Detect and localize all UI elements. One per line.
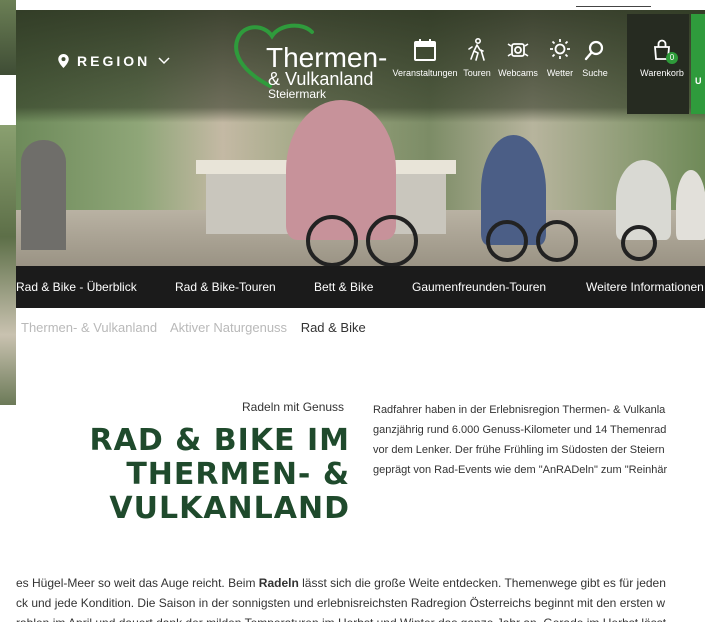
nav-label: Touren xyxy=(463,68,491,78)
bike-wheel xyxy=(366,215,418,267)
cart-label: Warenkorb xyxy=(640,68,684,78)
site-logo[interactable]: Thermen- & Vulkanland Steiermark xyxy=(230,22,400,102)
chevron-down-icon xyxy=(158,57,170,65)
page: REGION Thermen- & Vulkanland Steiermark … xyxy=(16,0,705,622)
topbar xyxy=(16,0,705,10)
body-paragraph: es Hügel-Meer so weit das Auge reicht. B… xyxy=(16,573,705,622)
bike-wheel xyxy=(536,220,578,262)
body-text-fragment: es Hügel-Meer so weit das Auge reicht. B… xyxy=(16,576,259,590)
breadcrumb-item[interactable]: Aktiver Naturgenuss xyxy=(170,320,287,335)
header-nav: Veranstaltungen Touren Webcams Wetter Su… xyxy=(392,38,616,78)
nav-veranstaltungen[interactable]: Veranstaltungen xyxy=(392,38,458,78)
subnav-item-touren[interactable]: Rad & Bike-Touren xyxy=(175,280,276,294)
page-title-line: VULKANLAND xyxy=(109,491,350,526)
breadcrumb: Thermen- & Vulkanland Aktiver Naturgenus… xyxy=(21,320,376,335)
hiker-icon xyxy=(468,38,485,61)
breadcrumb-item[interactable]: Thermen- & Vulkanland xyxy=(21,320,157,335)
cart-button[interactable]: 0 Warenkorb xyxy=(634,38,690,78)
nav-wetter[interactable]: Wetter xyxy=(546,38,574,78)
green-cta-label: U xyxy=(695,76,702,86)
bike-wheel xyxy=(621,225,657,261)
hero-cyclist xyxy=(676,170,705,240)
body-line: es Hügel-Meer so weit das Auge reicht. B… xyxy=(16,573,705,593)
location-pin-icon xyxy=(58,54,69,68)
intro-line: geprägt von Rad-Events wie dem "AnRADeln… xyxy=(373,464,668,476)
nav-label: Webcams xyxy=(498,68,538,78)
page-title-line: RAD & BIKE IM xyxy=(89,423,350,458)
hero-tower xyxy=(21,140,66,250)
body-line: rablen im April und dauert dank der mild… xyxy=(16,613,705,622)
calendar-icon xyxy=(414,39,436,61)
background-photo-side xyxy=(0,125,16,405)
left-background-strip xyxy=(0,0,16,622)
subnav-item-gaumenfreunden[interactable]: Gaumenfreunden-Touren xyxy=(412,280,546,294)
page-title: RAD & BIKE IM THERMEN- & VULKANLAND xyxy=(76,424,350,526)
nav-label: Suche xyxy=(582,68,608,78)
body-text-fragment: lässt sich die große Weite entdecken. Th… xyxy=(298,576,666,590)
nav-label: Veranstaltungen xyxy=(392,68,458,78)
region-label: REGION xyxy=(77,53,151,69)
section-subnav: Rad & Bike - Überblick Rad & Bike-Touren… xyxy=(16,266,705,308)
intro-line: ganzjährig rund 6.000 Genuss-Kilometer u… xyxy=(373,424,667,436)
intro-line: Radfahrer haben in der Erlebnisregion Th… xyxy=(373,404,666,416)
intro-kicker: Radeln mit Genuss xyxy=(242,400,345,414)
subnav-item-weitere-informationen[interactable]: Weitere Informationen xyxy=(586,280,704,294)
top-link-underline[interactable] xyxy=(576,6,651,7)
page-title-line: THERMEN- & xyxy=(126,457,350,492)
nav-suche[interactable]: Suche xyxy=(582,38,608,78)
intro-paragraph: Radfahrer haben in der Erlebnisregion Th… xyxy=(373,400,705,480)
breadcrumb-current: Rad & Bike xyxy=(300,320,366,335)
search-icon xyxy=(584,40,604,61)
region-dropdown[interactable]: REGION xyxy=(58,53,170,69)
subnav-item-bett-bike[interactable]: Bett & Bike xyxy=(314,280,373,294)
logo-region: Steiermark xyxy=(268,87,327,101)
bike-wheel xyxy=(486,220,528,262)
green-cta-button[interactable]: U xyxy=(691,14,705,114)
bike-wheel xyxy=(306,215,358,267)
logo-name: Thermen- xyxy=(266,42,388,73)
background-photo-top xyxy=(0,0,16,75)
intro-line: vor dem Lenker. Der frühe Frühling im Sü… xyxy=(373,444,665,456)
nav-touren[interactable]: Touren xyxy=(463,38,491,78)
cart-count-badge: 0 xyxy=(666,52,678,64)
sun-icon xyxy=(550,39,570,59)
body-bold-keyword: Radeln xyxy=(258,576,299,590)
webcam-icon xyxy=(507,43,529,57)
nav-label: Wetter xyxy=(546,68,574,78)
subnav-item-ueberblick[interactable]: Rad & Bike - Überblick xyxy=(16,280,137,294)
nav-webcams[interactable]: Webcams xyxy=(498,38,538,78)
body-line: ck und jede Kondition. Die Saison in der… xyxy=(16,596,666,610)
logo-subtitle: & Vulkanland xyxy=(268,69,374,89)
